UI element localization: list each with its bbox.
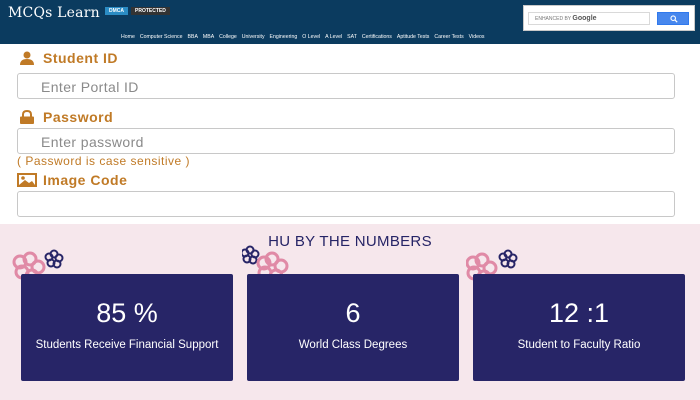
- student-id-label: Student ID: [17, 50, 118, 66]
- main-nav: Home Computer Science BBA MBA College Un…: [121, 33, 484, 41]
- image-code-input[interactable]: [17, 191, 675, 217]
- numbers-section: HU BY THE NUMBERS 85 % Students Receive …: [0, 224, 700, 400]
- password-label: Password: [17, 109, 113, 125]
- student-id-placeholder: Enter Portal ID: [41, 79, 139, 95]
- nav-item-certifications[interactable]: Certifications: [362, 33, 392, 41]
- stat-value: 85 %: [96, 298, 158, 328]
- user-icon: [20, 51, 34, 65]
- nav-item-o-level[interactable]: O Level: [302, 33, 320, 41]
- lock-icon: [20, 110, 34, 124]
- student-id-label-text: Student ID: [43, 50, 118, 66]
- nav-item-videos[interactable]: Videos: [469, 33, 485, 41]
- image-code-label-text: Image Code: [43, 172, 128, 188]
- nav-item-computer-science[interactable]: Computer Science: [140, 33, 183, 41]
- stat-card-faculty-ratio: 12 :1 Student to Faculty Ratio: [473, 274, 685, 381]
- stat-card-financial-support: 85 % Students Receive Financial Support: [21, 274, 233, 381]
- protected-badge[interactable]: PROTECTED: [131, 7, 170, 15]
- password-placeholder: Enter password: [41, 134, 144, 150]
- nav-item-sat[interactable]: SAT: [347, 33, 357, 41]
- password-input[interactable]: Enter password: [17, 128, 675, 154]
- dmca-badge[interactable]: DMCA: [105, 7, 128, 15]
- nav-item-university[interactable]: University: [242, 33, 265, 41]
- stat-caption: Student to Faculty Ratio: [517, 339, 641, 351]
- password-hint: ( Password is case sensitive ): [17, 154, 191, 168]
- login-form: Student ID Enter Portal ID Password Ente…: [0, 44, 700, 224]
- stat-caption: Students Receive Financial Support: [35, 339, 219, 351]
- nav-item-home[interactable]: Home: [121, 33, 135, 41]
- search-button[interactable]: [657, 12, 689, 25]
- search-input[interactable]: ENHANCED BY Google: [528, 12, 650, 25]
- password-label-text: Password: [43, 109, 114, 125]
- nav-item-aptitude-tests[interactable]: Aptitude Tests: [397, 33, 430, 41]
- stat-caption: World Class Degrees: [298, 339, 408, 351]
- image-icon: [17, 173, 37, 187]
- site-header: MCQs Learn DMCA PROTECTED ENHANCED BY Go…: [0, 0, 700, 44]
- numbers-title: HU BY THE NUMBERS: [268, 233, 432, 250]
- nav-item-mba[interactable]: MBA: [203, 33, 214, 41]
- nav-item-career-tests[interactable]: Career Tests: [434, 33, 463, 41]
- image-code-label: Image Code: [17, 172, 127, 188]
- google-brand-text: Google: [572, 15, 597, 22]
- stat-card-degrees: 6 World Class Degrees: [247, 274, 459, 381]
- stat-value: 12 :1: [548, 298, 610, 328]
- site-logo[interactable]: MCQs Learn: [8, 5, 100, 21]
- nav-item-bba[interactable]: BBA: [188, 33, 198, 41]
- student-id-input[interactable]: Enter Portal ID: [17, 73, 675, 99]
- nav-item-college[interactable]: College: [219, 33, 237, 41]
- nav-item-a-level[interactable]: A Level: [325, 33, 342, 41]
- nav-item-engineering[interactable]: Engineering: [270, 33, 298, 41]
- search-icon: [670, 15, 678, 23]
- google-search-box: ENHANCED BY Google: [523, 5, 695, 31]
- enhanced-by-text: ENHANCED BY: [535, 16, 572, 22]
- stat-value: 6: [345, 298, 361, 328]
